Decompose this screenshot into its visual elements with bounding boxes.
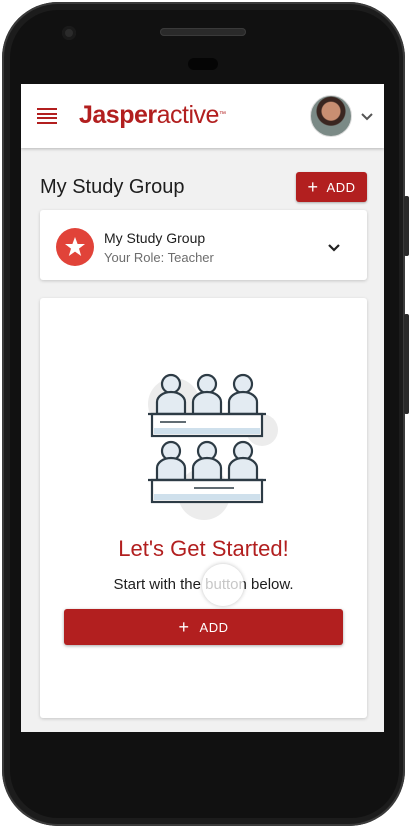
logo-text-light: active (156, 101, 220, 129)
logo-trademark: ™ (218, 111, 226, 118)
logo-text-bold: Jasper (79, 101, 157, 129)
study-group-card[interactable]: My Study Group Your Role: Teacher (40, 210, 367, 280)
app-logo: Jasperactive™ (79, 100, 226, 130)
classroom-icon (148, 373, 278, 520)
add-group-button-label: ADD (326, 179, 356, 195)
plus-icon: + (307, 177, 319, 197)
speaker-grille (160, 28, 246, 36)
star-icon (56, 228, 94, 266)
add-button-label: ADD (199, 619, 229, 635)
empty-state-card: Let's Get Started! Start with the button… (40, 298, 367, 718)
group-role: Your Role: Teacher (104, 250, 214, 265)
add-group-button[interactable]: + ADD (296, 172, 367, 202)
power-button (404, 314, 409, 414)
empty-state-title: Let's Get Started! (118, 536, 289, 561)
page-title: My Study Group (40, 176, 185, 198)
touch-indicator (202, 564, 244, 606)
app-bar: Jasperactive™ (21, 84, 384, 148)
chevron-down-icon[interactable] (326, 239, 342, 255)
avatar[interactable] (310, 95, 352, 137)
proximity-sensor (188, 58, 218, 70)
hamburger-menu-icon[interactable] (37, 108, 57, 124)
phone-frame: Jasperactive™ My Study Group + ADD My St… (0, 0, 409, 828)
group-name: My Study Group (104, 230, 206, 246)
chevron-down-icon[interactable] (359, 108, 375, 124)
app-screen: Jasperactive™ My Study Group + ADD My St… (21, 84, 384, 732)
add-button[interactable]: + ADD (64, 609, 343, 645)
front-camera-icon (62, 26, 76, 40)
plus-icon: + (178, 617, 190, 637)
volume-button (404, 196, 409, 256)
